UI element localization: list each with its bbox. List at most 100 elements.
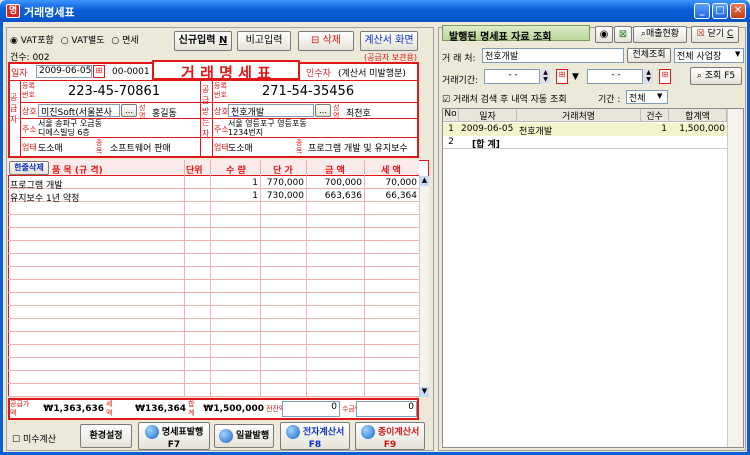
new-input-button[interactable]: 신규입력 N bbox=[174, 31, 232, 51]
doc-title: 거 래 명 세 표 bbox=[152, 60, 300, 82]
search-all-button[interactable]: 전체조회 bbox=[627, 48, 671, 63]
maximize-icon[interactable]: □ bbox=[712, 3, 728, 19]
grid-scrollbar[interactable] bbox=[419, 176, 429, 397]
settings-button[interactable]: 환경설정 bbox=[80, 424, 132, 448]
unpaid-checkbox[interactable]: ☐ 미수계산 bbox=[12, 432, 56, 445]
table-cell[interactable]: 70,000 bbox=[366, 178, 418, 188]
invoice-screen-button[interactable]: 계산서 화면 bbox=[360, 31, 418, 51]
table-row[interactable] bbox=[8, 267, 419, 280]
table-cell[interactable]: 66,364 bbox=[366, 191, 418, 201]
date-from-spinner[interactable]: ▲ ▼ bbox=[541, 69, 550, 84]
buyer-lookup-button[interactable]: … bbox=[315, 104, 331, 117]
search-icon: ⌕ bbox=[696, 71, 702, 81]
calendar-icon[interactable]: ⊞ bbox=[93, 65, 105, 78]
scroll-down-icon[interactable]: ▼ bbox=[420, 387, 429, 397]
client-field[interactable]: 천호개발 bbox=[482, 48, 624, 63]
table-cell[interactable]: 730,000 bbox=[262, 191, 304, 201]
buyer-name-field[interactable]: 천호개발 bbox=[228, 104, 314, 117]
paper-invoice-button[interactable]: 종이계산서 F9 bbox=[355, 422, 425, 450]
delete-button[interactable]: ⊟ 삭제 bbox=[298, 31, 354, 51]
result-table bbox=[442, 108, 744, 448]
window-titlebar: 명 거래명세표 _ □ ✕ bbox=[0, 0, 750, 22]
table-cell: 1 bbox=[448, 124, 454, 134]
table-row[interactable] bbox=[8, 306, 419, 319]
buyer-name-label: 상호 bbox=[214, 107, 229, 116]
table-row[interactable] bbox=[8, 345, 419, 358]
excel-icon[interactable]: ⊠ bbox=[614, 26, 632, 43]
table-row[interactable] bbox=[8, 241, 419, 254]
invoice-status: (계산서 미발행분) bbox=[338, 69, 406, 79]
client-label: 거 래 처: bbox=[442, 54, 476, 64]
table-cell[interactable]: 770,000 bbox=[262, 178, 304, 188]
buyer-rep-label: 성명 bbox=[333, 104, 340, 120]
table-row[interactable] bbox=[8, 202, 419, 215]
table-row[interactable] bbox=[8, 293, 419, 306]
table-row[interactable] bbox=[8, 319, 419, 332]
period-label: 거래기간: bbox=[442, 76, 479, 86]
site-select[interactable]: 전체 사업장 bbox=[674, 48, 744, 63]
column-header[interactable]: 일자 bbox=[459, 109, 517, 122]
supplier-lookup-button[interactable]: … bbox=[121, 104, 137, 117]
column-header[interactable]: 합계액 bbox=[669, 109, 727, 122]
col-item-header: 품 목 (규 격) bbox=[52, 166, 103, 176]
total-label: 합계 bbox=[188, 400, 195, 417]
supply-label: 공급가액 bbox=[10, 400, 30, 417]
table-cell[interactable]: 700,000 bbox=[308, 178, 362, 188]
print-statement-button[interactable]: 명세표발행 F7 bbox=[138, 422, 210, 450]
column-header[interactable]: 거래처명 bbox=[517, 109, 641, 122]
chevron-down-icon[interactable]: ▼ bbox=[657, 92, 662, 100]
collect-field[interactable]: 0 bbox=[356, 401, 417, 417]
col-unit-header: 단위 bbox=[186, 166, 203, 176]
bulk-issue-button[interactable]: 일괄발행 bbox=[214, 424, 274, 448]
table-row[interactable] bbox=[8, 254, 419, 267]
search-button[interactable]: ⌕ 조회 F5 bbox=[690, 67, 742, 85]
chevron-down-icon[interactable]: ▼ bbox=[735, 50, 740, 58]
table-row[interactable] bbox=[8, 332, 419, 345]
table-row[interactable] bbox=[8, 228, 419, 241]
printer-icon bbox=[218, 428, 233, 443]
table-row[interactable] bbox=[8, 280, 419, 293]
buyer-side-label: 공급받는자 bbox=[202, 85, 210, 138]
table-cell: 2009-06-05 bbox=[461, 124, 514, 134]
table-row[interactable] bbox=[8, 215, 419, 228]
auto-search-checkbox[interactable]: ☑ 거래처 검색 후 내역 자동 조회 bbox=[442, 92, 567, 105]
date-to-field[interactable]: - - bbox=[587, 69, 643, 84]
table-row[interactable] bbox=[8, 371, 419, 384]
sales-status-button[interactable]: ⌕매출현황 bbox=[633, 26, 687, 43]
column-header[interactable]: 건수 bbox=[641, 109, 669, 122]
table-row[interactable] bbox=[8, 384, 419, 397]
table-cell[interactable]: 1 bbox=[212, 178, 258, 188]
supplier-addr: 서울 송파구 오금동 디에스빌딩 6층 bbox=[38, 119, 102, 137]
result-scrollbar[interactable] bbox=[727, 109, 743, 447]
supplier-item: 소프트웨어 판매 bbox=[110, 144, 171, 154]
date-label: 일자 bbox=[11, 69, 28, 79]
e-invoice-icon bbox=[285, 425, 300, 439]
delete-row-button[interactable]: 한줄삭제 bbox=[9, 161, 49, 175]
table-cell[interactable]: 1 bbox=[212, 191, 258, 201]
buyer-rep: 최천호 bbox=[346, 109, 371, 119]
calendar-to-icon[interactable]: ⊞ bbox=[659, 69, 671, 84]
globe-icon[interactable]: ◉ bbox=[595, 26, 613, 43]
vat-exclude-radio[interactable]: ○ VAT별도 bbox=[61, 36, 105, 46]
table-cell[interactable]: 663,636 bbox=[308, 191, 362, 201]
date-field[interactable]: 2009-06-05 bbox=[36, 65, 92, 78]
supplier-type-label: 업태 bbox=[22, 143, 37, 152]
date-to-spinner[interactable]: ▲ ▼ bbox=[644, 69, 653, 84]
buyer-type: 도소매 bbox=[228, 144, 253, 154]
scroll-up-icon[interactable]: ▲ bbox=[420, 176, 429, 186]
tax-free-radio[interactable]: ○ 면세 bbox=[111, 36, 138, 46]
supplier-name-select[interactable]: 미진Soft(서울본사 bbox=[38, 104, 120, 117]
prev-balance-field[interactable]: 0 bbox=[282, 401, 340, 417]
table-row[interactable] bbox=[8, 358, 419, 371]
date-from-field[interactable]: - - bbox=[484, 69, 540, 84]
supplier-item-label: 종목 bbox=[96, 139, 103, 155]
calendar-from-icon[interactable]: ⊞ bbox=[556, 69, 568, 84]
vat-include-radio[interactable]: ◉ VAT포함 bbox=[10, 36, 54, 46]
column-header[interactable]: No bbox=[443, 109, 459, 122]
close-panel-button[interactable]: ☒ 닫기 C bbox=[691, 26, 739, 43]
tax-label: 세액 bbox=[106, 400, 113, 417]
note-input-button[interactable]: 비고입력 bbox=[237, 31, 291, 51]
e-invoice-button[interactable]: 전자계산서 F8 bbox=[280, 422, 350, 450]
close-icon[interactable]: ✕ bbox=[730, 3, 746, 19]
minimize-icon[interactable]: _ bbox=[694, 3, 710, 19]
